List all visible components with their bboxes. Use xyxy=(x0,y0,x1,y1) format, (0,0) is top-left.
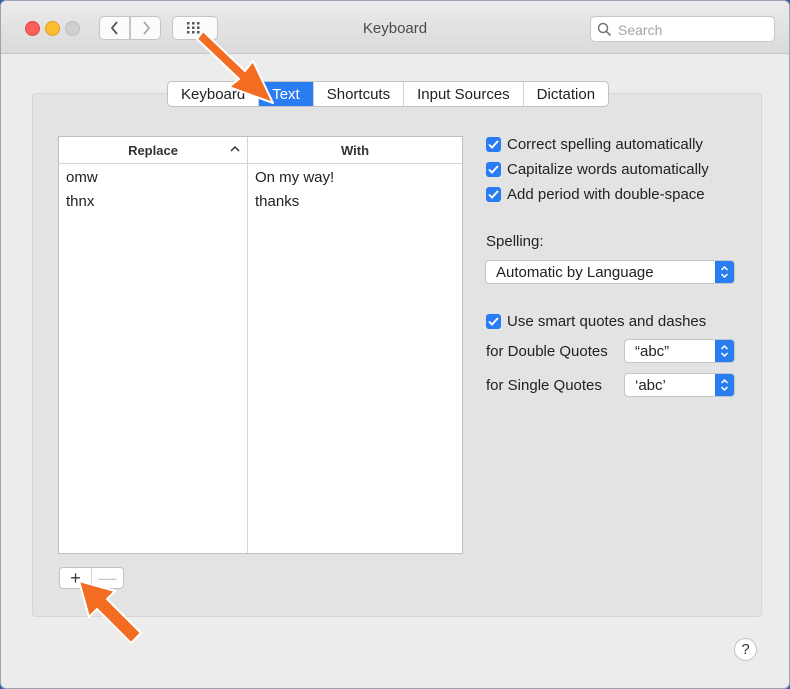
preferences-window: Keyboard Keyboard Text Shortcuts Input S… xyxy=(0,0,790,689)
column-header-replace-label: Replace xyxy=(128,142,178,158)
tab-dictation[interactable]: Dictation xyxy=(524,82,608,106)
column-header-replace[interactable]: Replace xyxy=(59,137,248,163)
column-header-with[interactable]: With xyxy=(248,137,462,163)
spelling-value: Automatic by Language xyxy=(496,263,654,281)
updown-arrows-icon xyxy=(715,261,734,283)
single-quotes-value: ‘abc’ xyxy=(635,376,666,394)
double-quotes-popup[interactable]: “abc” xyxy=(624,339,735,363)
capitalize-words-checkbox[interactable]: Capitalize words automatically xyxy=(486,161,709,178)
capitalize-words-label: Capitalize words automatically xyxy=(507,161,709,178)
single-quotes-popup[interactable]: ‘abc’ xyxy=(624,373,735,397)
table-row[interactable]: thnx thanks xyxy=(59,189,462,213)
correct-spelling-checkbox[interactable]: Correct spelling automatically xyxy=(486,136,703,153)
checkmark-icon[interactable] xyxy=(486,137,501,152)
orange-arrow-icon xyxy=(78,580,142,644)
smart-quotes-label: Use smart quotes and dashes xyxy=(507,313,707,330)
double-quotes-value: “abc” xyxy=(635,342,670,360)
search-icon xyxy=(597,22,612,37)
checkmark-icon[interactable] xyxy=(486,314,501,329)
table-header: Replace With xyxy=(59,137,462,164)
column-divider xyxy=(247,163,248,553)
table-row[interactable]: omw On my way! xyxy=(59,165,462,189)
tab-input-sources[interactable]: Input Sources xyxy=(404,82,524,106)
with-cell[interactable]: On my way! xyxy=(248,165,462,189)
with-cell[interactable]: thanks xyxy=(248,189,462,213)
double-quotes-label: for Double Quotes xyxy=(486,343,608,360)
search-field[interactable] xyxy=(590,16,775,42)
tab-shortcuts[interactable]: Shortcuts xyxy=(314,82,405,106)
column-header-with-label: With xyxy=(340,142,370,158)
checkmark-icon[interactable] xyxy=(486,187,501,202)
orange-arrow-icon xyxy=(196,30,274,104)
single-quotes-label: for Single Quotes xyxy=(486,377,602,394)
search-input[interactable] xyxy=(616,19,770,41)
add-period-label: Add period with double-space xyxy=(507,186,705,203)
smart-quotes-checkbox[interactable]: Use smart quotes and dashes xyxy=(486,313,706,330)
updown-arrows-icon xyxy=(715,340,734,362)
replace-cell[interactable]: omw xyxy=(59,165,248,189)
checkmark-icon[interactable] xyxy=(486,162,501,177)
replace-cell[interactable]: thnx xyxy=(59,189,248,213)
help-button[interactable]: ? xyxy=(734,638,757,661)
spelling-popup[interactable]: Automatic by Language xyxy=(485,260,735,284)
updown-arrows-icon xyxy=(715,374,734,396)
sort-up-icon xyxy=(230,145,240,152)
add-period-checkbox[interactable]: Add period with double-space xyxy=(486,186,705,203)
correct-spelling-label: Correct spelling automatically xyxy=(507,136,703,153)
title-bar: Keyboard xyxy=(1,1,789,54)
text-replacement-table[interactable]: Replace With omw On my way! thnx thanks xyxy=(58,136,463,554)
spelling-label: Spelling: xyxy=(486,233,544,250)
